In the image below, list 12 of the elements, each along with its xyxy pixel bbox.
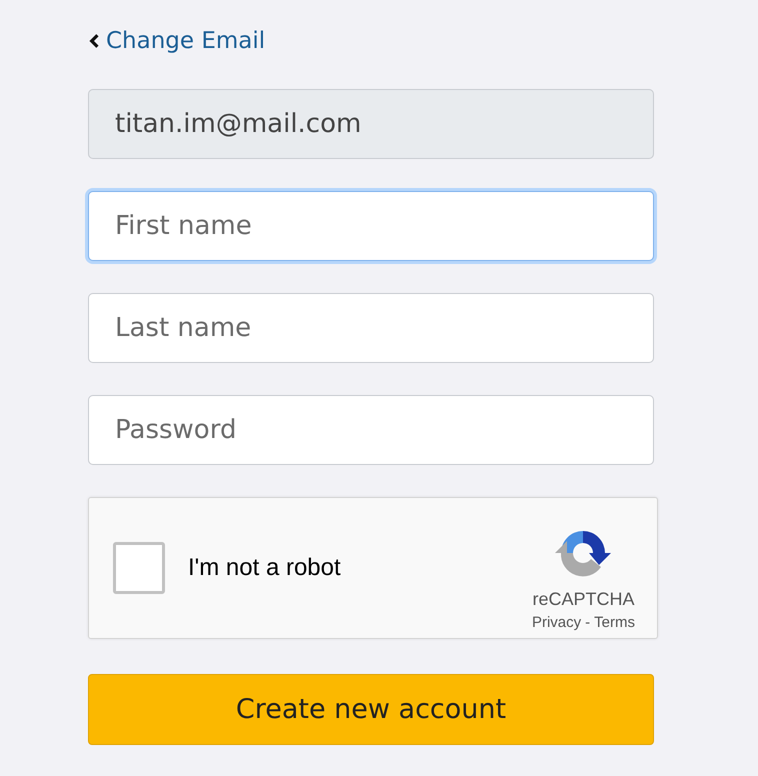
recaptcha-label: reCAPTCHA: [532, 589, 634, 610]
terms-link[interactable]: Terms: [594, 614, 635, 631]
input-field[interactable]: Last name: [88, 293, 654, 363]
privacy-link[interactable]: Privacy: [532, 614, 582, 631]
input-field[interactable]: First name: [88, 191, 654, 261]
checkbox[interactable]: [113, 542, 165, 594]
change-email-link[interactable]: Change Email: [88, 24, 266, 58]
input-field[interactable]: Password: [88, 395, 654, 465]
checkbox-label: I'm not a robot: [188, 554, 342, 582]
separator-text: -: [585, 614, 590, 631]
create-account-button[interactable]: Create new account: [88, 674, 654, 745]
chevron-left-icon: [88, 33, 100, 49]
